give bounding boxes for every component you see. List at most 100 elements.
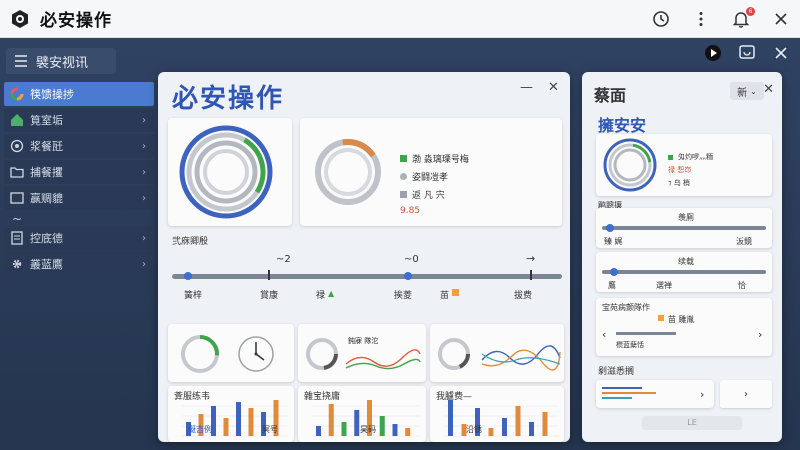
right-slider-handle[interactable] <box>606 224 614 232</box>
mini-card-line-2[interactable] <box>430 324 564 382</box>
mini-card-title: 鈍寐 隊沱 <box>348 337 379 345</box>
menu-icon[interactable] <box>14 55 28 67</box>
minimize-button[interactable]: — <box>520 80 533 95</box>
slider-label: 挨菱 <box>394 291 413 301</box>
more-vertical-icon[interactable] <box>692 10 710 28</box>
bar <box>502 418 507 436</box>
sidebar-separator: ~ <box>12 212 23 226</box>
select-value: 新 <box>737 87 748 99</box>
chevron-right-icon: › <box>142 192 146 204</box>
workspace-close-icon[interactable] <box>772 44 790 62</box>
sidebar-item-2[interactable]: 浆餐瓩 › <box>4 134 154 158</box>
document-icon <box>11 231 23 245</box>
chevron-right-icon: › <box>142 258 146 270</box>
slider-label: 苗 <box>440 291 450 301</box>
sidebar-item-1[interactable]: 筧室垢 › <box>4 108 154 132</box>
right-donut-card[interactable]: 匁灼啰灬粫 禄 惒岇 ⁊ 乌 梢 <box>596 134 772 196</box>
donut-legend-card[interactable]: 渤 淼璃瑮号梅 姿闘凒孝 返 凡 宍 9.85 <box>300 118 562 226</box>
bar <box>379 416 385 436</box>
bar <box>341 422 347 436</box>
bar-chart-card-3[interactable]: 我臚费— <box>430 386 564 442</box>
right-list-card[interactable]: 宝苑病颤隊作 苗 雕胤 ‹ › 槚蓝蘖恬 <box>596 298 772 356</box>
right-slider-handle[interactable] <box>610 268 618 276</box>
right-slider-card-2[interactable]: 续载 鷹 選禅 恰 <box>596 252 772 292</box>
close-icon[interactable] <box>772 10 790 28</box>
right-slider-track-2[interactable] <box>602 270 766 274</box>
right-next-button[interactable]: › <box>720 380 772 408</box>
bar <box>529 422 534 436</box>
notification-bell[interactable]: 6 <box>732 7 755 28</box>
slider-label: 簧梓 <box>184 291 203 301</box>
bar <box>328 404 334 436</box>
slider-handle-mid[interactable] <box>404 272 412 280</box>
bar <box>316 426 321 436</box>
bar-footer-1: 颬吉例 <box>188 425 212 434</box>
bar <box>223 418 229 436</box>
chevron-right-icon: › <box>700 388 705 401</box>
slider-label: 賞康 <box>260 291 279 301</box>
play-icon[interactable] <box>704 44 722 62</box>
slider-label: 禄 <box>316 291 326 301</box>
chat-icon[interactable] <box>738 44 756 62</box>
bar-footer-4: 沿锈 <box>466 425 482 434</box>
slider-handle-left[interactable] <box>184 272 192 280</box>
right-panel-title: 蔡面 <box>594 86 627 105</box>
bar-footer-2: 冥号 <box>262 425 278 434</box>
slider-top-label: 续载 <box>678 257 694 266</box>
chevron-right-icon: › <box>142 232 146 244</box>
right-panel: 蔡面 新 ⌄ ✕ 擁安安 匁灼啰灬粫 禄 惒岇 ⁊ 乌 梢 鹛聰攘 羡厠 臻 娓… <box>582 72 782 442</box>
panel-close-button[interactable]: ✕ <box>548 80 559 95</box>
bar <box>515 406 521 436</box>
bar-line <box>602 397 632 399</box>
chevron-left-icon[interactable]: ‹ <box>602 328 606 341</box>
right-slider-card-1[interactable]: 羡厠 臻 娓 汳鏡 <box>596 208 772 248</box>
sidebar-item-7[interactable]: 叢蓝鷹 › <box>4 252 154 276</box>
right-bottom-card[interactable]: › <box>596 380 714 408</box>
clock-icon[interactable] <box>652 10 670 28</box>
sidebar-item-label: 捕餐攫 <box>30 166 63 179</box>
legend-item: 禄 惒岇 <box>668 166 692 174</box>
bar <box>405 428 411 436</box>
sidebar-item-label: 赢赒貔 <box>30 192 63 205</box>
right-slider-track-1[interactable] <box>602 226 766 230</box>
chevron-right-icon[interactable]: › <box>758 328 762 341</box>
legend-item: 匁灼啰灬粫 <box>668 152 713 162</box>
right-panel-close-button[interactable]: ✕ <box>763 82 774 97</box>
sidebar-item-label: 控底德 <box>30 232 63 245</box>
app-logo-icon <box>12 9 28 28</box>
bar <box>448 400 453 436</box>
legend-item: 返 凡 宍 <box>400 188 469 201</box>
donut-chart-medium <box>315 139 381 205</box>
workspace-header[interactable]: 襞安视讯 <box>6 48 116 74</box>
slider-tick <box>530 270 532 280</box>
bar <box>236 402 241 436</box>
donut-card-large[interactable] <box>168 118 292 226</box>
slider-tick <box>268 270 270 280</box>
window-icon <box>10 192 24 204</box>
home-icon <box>11 114 23 126</box>
list-card-item: 苗 雕胤 <box>668 315 695 324</box>
workspace: 襞安视讯 筷馈操捗 筧室垢 › 浆餐瓩 › 捕餐攫 › 赢赒貔 › ~ 控底德 … <box>0 38 800 450</box>
mini-card-clock[interactable] <box>168 324 294 382</box>
slider-marker-1: ~2 <box>276 254 291 265</box>
chevron-down-icon: ⌄ <box>750 86 757 96</box>
sidebar-item-4[interactable]: 赢赒貔 › <box>4 186 154 210</box>
dashboard-ring-icon <box>10 87 24 101</box>
right-panel-select[interactable]: 新 ⌄ <box>730 82 764 100</box>
sidebar-item-0[interactable]: 筷馈操捗 <box>4 82 154 106</box>
sidebar-item-6[interactable]: 控底德 › <box>4 226 154 250</box>
chevron-right-icon: › <box>142 166 146 178</box>
donut-chart-large <box>179 125 273 219</box>
mini-card-line-1[interactable]: 鈍寐 隊沱 <box>298 324 426 382</box>
bar <box>542 412 548 436</box>
chevron-right-icon: › <box>142 114 146 126</box>
slider-marker-3: → <box>526 252 536 265</box>
slider-track[interactable] <box>172 274 562 279</box>
slider-label: 鷹 <box>608 281 616 290</box>
right-panel-subtitle: 擁安安 <box>598 116 647 135</box>
legend-item: ⁊ 乌 梢 <box>668 179 690 187</box>
sidebar-item-3[interactable]: 捕餐攫 › <box>4 160 154 184</box>
title-bar: 必安操作 6 <box>0 0 800 38</box>
slider-top-label: 羡厠 <box>678 213 694 222</box>
workspace-title: 襞安视讯 <box>36 55 89 71</box>
